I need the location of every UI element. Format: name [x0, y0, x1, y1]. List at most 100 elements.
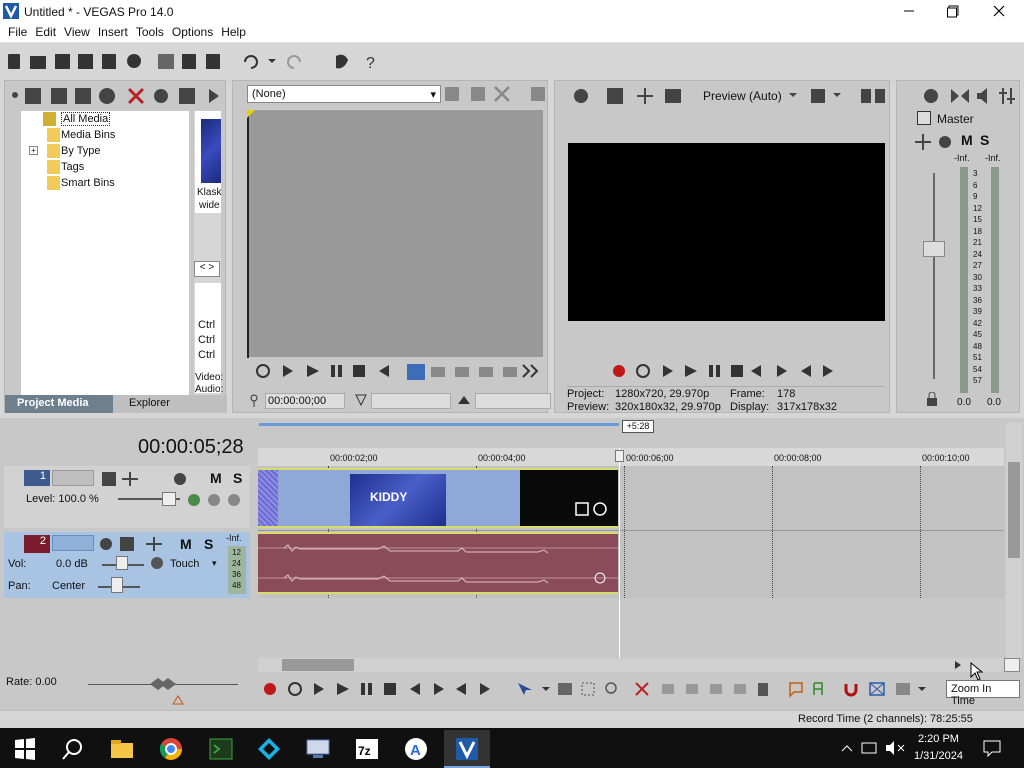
horizontal-scroll-thumb[interactable] [282, 659, 354, 671]
thumb-nav-arrows[interactable]: < > [194, 261, 220, 277]
undo-icon [244, 55, 258, 69]
trimmer-timecode[interactable]: 00:00:00;00 [265, 393, 345, 409]
folder-icon [47, 160, 60, 174]
display-value: 317x178x32 [777, 401, 837, 413]
tree-item[interactable]: Tags [21, 159, 189, 175]
menu-edit[interactable]: Edit [31, 23, 60, 39]
video-preview-screen[interactable] [568, 143, 885, 321]
close-button[interactable] [992, 4, 1006, 18]
tree-item[interactable]: All Media [21, 111, 189, 127]
pan-handle[interactable] [111, 577, 123, 593]
file-explorer-icon[interactable] [109, 736, 135, 762]
rate-handle-icon[interactable] [146, 676, 186, 706]
menu-options[interactable]: Options [168, 23, 217, 39]
notification-icon[interactable] [982, 739, 1002, 757]
media-tree: All Media Media Bins + By Type Tags Smart Bin… [21, 111, 189, 395]
display-label: Display: [730, 401, 770, 413]
master-meter-left [960, 167, 968, 393]
trimmer-viewer[interactable] [247, 109, 543, 358]
vol-handle[interactable] [116, 556, 128, 570]
audio-label: Audio: [195, 384, 224, 395]
track-1-mute-button[interactable]: M [210, 470, 222, 486]
master-solo-button[interactable]: S [980, 132, 989, 148]
spell-icon [445, 87, 459, 101]
zoom-out-button[interactable] [952, 658, 964, 672]
chevron-down-icon: ▾ [212, 558, 217, 568]
trimmer-dropdown[interactable]: (None) ▾ [247, 85, 441, 103]
kodi-icon[interactable] [256, 736, 282, 762]
menu-help[interactable]: Help [217, 23, 250, 39]
video-clip[interactable]: KIDDY [258, 468, 618, 528]
meter-tick: 54 [973, 364, 982, 374]
menu-tools[interactable]: Tools [132, 23, 168, 39]
play-icon [685, 365, 697, 377]
stop-icon [384, 683, 396, 695]
master-fader-track [933, 173, 935, 379]
search-icon[interactable] [60, 736, 86, 762]
play-from-start-icon [314, 683, 324, 695]
terminal-app-icon[interactable] [208, 736, 234, 762]
clear-icon [494, 86, 510, 102]
pause-icon [331, 365, 335, 377]
zoom-in-time-button[interactable] [1004, 658, 1020, 672]
timeline-ruler[interactable]: 00:00:02;00 00:00:04;00 00:00:06;00 00:0… [258, 448, 1004, 466]
minimize-button[interactable] [902, 4, 916, 18]
master-mute-button[interactable]: M [961, 132, 973, 148]
playhead[interactable] [619, 448, 620, 658]
remote-desktop-icon[interactable] [305, 736, 331, 762]
trimmer-in-field[interactable] [371, 393, 451, 409]
master-value-left: 0.0 [957, 397, 971, 408]
clock-time[interactable]: 2:20 PM [918, 733, 959, 745]
trimmer-mode-icon [407, 364, 425, 380]
lock-icon[interactable] [925, 391, 939, 406]
master-header: Master [917, 109, 1013, 127]
horizontal-scrollbar[interactable] [258, 658, 1020, 672]
track-2-solo-button[interactable]: S [204, 536, 213, 552]
track-1-header[interactable]: 1 M S Level: 100.0 % [4, 466, 250, 528]
clip-thumbnail: KIDDY [350, 474, 446, 526]
preview-quality-dropdown[interactable]: Preview (Auto) [703, 89, 782, 103]
region-icon [813, 682, 823, 695]
clock-date[interactable]: 1/31/2024 [914, 750, 963, 762]
maximize-button[interactable] [946, 4, 960, 18]
7zip-icon[interactable]: 7z [354, 736, 380, 762]
trimmer-timecode-bar: 00:00:00;00 [247, 391, 551, 411]
system-tray-icons[interactable] [838, 740, 908, 756]
trimmer-timecode-value: 00:00:00;00 [268, 395, 327, 407]
vertical-scroll-thumb[interactable] [1008, 462, 1020, 558]
track-2-name-field[interactable] [52, 535, 94, 551]
start-button[interactable] [12, 736, 38, 762]
tree-item[interactable]: Media Bins [21, 127, 189, 143]
track-1-level-handle[interactable] [162, 492, 176, 506]
menu-insert[interactable]: Insert [94, 23, 132, 39]
meter-tick: 21 [973, 238, 982, 247]
media-thumbnail[interactable]: Klask wide [195, 111, 221, 213]
audio-clip[interactable] [258, 532, 618, 594]
vertical-scrollbar[interactable] [1006, 422, 1022, 658]
automation-mode-dropdown[interactable]: Touch [170, 558, 199, 570]
menu-file[interactable]: File [4, 23, 31, 39]
master-fader-handle[interactable] [923, 241, 945, 257]
zoom-tool-icon [605, 682, 617, 694]
chrome-icon[interactable] [158, 736, 184, 762]
playhead-handle[interactable] [615, 450, 624, 462]
tree-item[interactable]: Smart Bins [21, 175, 189, 191]
go-to-start-icon [751, 365, 761, 377]
redo-icon [287, 55, 301, 69]
vegas-logo-icon [3, 3, 19, 19]
copy-icon [182, 54, 196, 69]
trimmer-length-field[interactable] [475, 393, 551, 409]
menu-view[interactable]: View [60, 23, 94, 39]
record-time-status: Record Time (2 channels): 78:25:55 [798, 713, 973, 725]
track-2-header[interactable]: 2 M S -Inf. 12 24 36 48 Vol: 0.0 dB Touc… [4, 532, 250, 598]
loop-region-bar[interactable] [259, 423, 619, 426]
tree-item[interactable]: + By Type [21, 143, 189, 159]
app-a-icon[interactable]: A [403, 736, 429, 762]
vegas-taskbar-button[interactable] [444, 730, 490, 768]
tab-project-media[interactable]: Project Media [5, 395, 113, 413]
track-1-solo-button[interactable]: S [233, 470, 242, 486]
expand-icon[interactable]: + [29, 146, 38, 155]
track-2-mute-button[interactable]: M [180, 536, 192, 552]
track-1-name-field[interactable] [52, 470, 94, 486]
tab-explorer[interactable]: Explorer [129, 397, 170, 409]
